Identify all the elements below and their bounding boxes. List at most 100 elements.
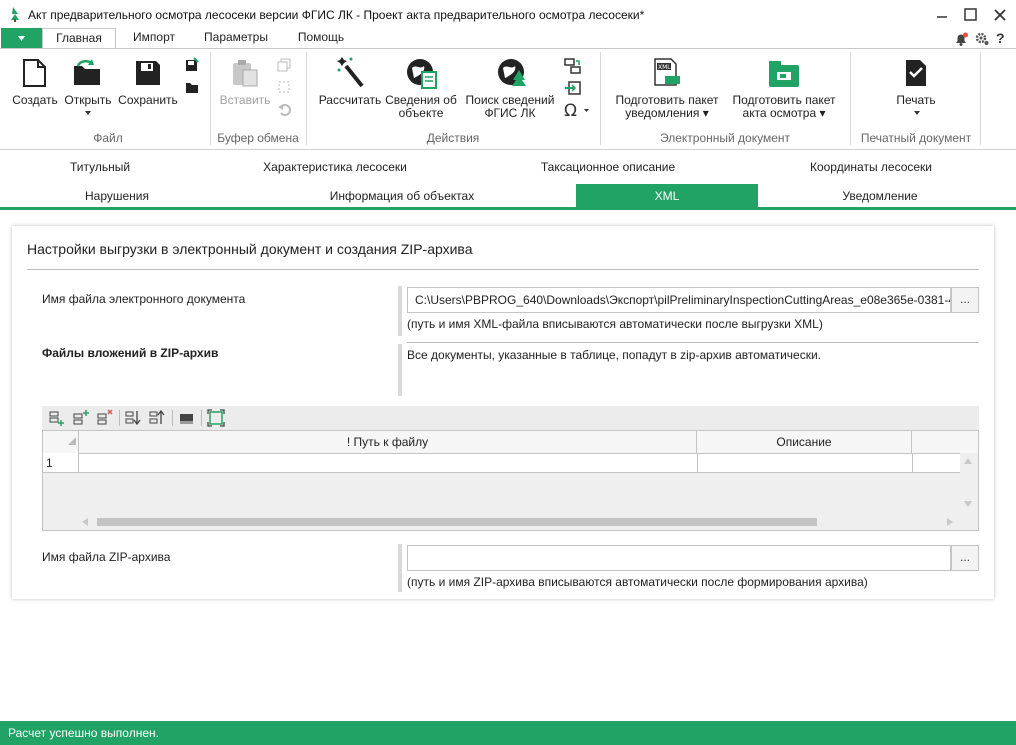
open-button[interactable]: Открыть (62, 94, 114, 107)
act-package-label-2: акта осмотра (742, 106, 817, 120)
printed-document-icon (902, 58, 930, 88)
transfer-icon[interactable] (564, 58, 582, 74)
tab-cutting-area-characteristics[interactable]: Характеристика лесосеки (200, 155, 470, 179)
edoc-filename-label: Имя файла электронного документа (42, 292, 246, 306)
ribbon-separator (850, 52, 851, 145)
ribbon-separator (306, 52, 307, 145)
field-marker (398, 344, 402, 396)
move-down-icon[interactable] (124, 409, 142, 427)
group-clipboard-label: Буфер обмена (217, 131, 299, 145)
tab-parameters[interactable]: Параметры (194, 28, 278, 49)
tab-taxation-description[interactable]: Таксационное описание (470, 155, 746, 179)
field-marker (398, 286, 402, 336)
magic-wand-icon (336, 56, 366, 88)
group-file-label: Файл (93, 131, 123, 145)
paste-button[interactable]: Вставить (216, 94, 274, 107)
save-disk-icon (134, 59, 162, 87)
table-row-description-cell[interactable] (697, 453, 913, 473)
notice-package-label-2: уведомления (625, 106, 700, 120)
minimize-button[interactable] (932, 5, 952, 25)
column-header-path[interactable]: ! Путь к файлу (79, 431, 697, 453)
cut-icon[interactable] (277, 80, 291, 94)
column-header-filler (912, 431, 978, 453)
svg-text:XML: XML (658, 64, 671, 71)
save-button[interactable]: Сохранить (116, 94, 180, 107)
export-icon[interactable] (564, 80, 582, 96)
attachments-hint: Все документы, указанные в таблице, попа… (407, 348, 821, 362)
fgis-search-label-2: ФГИС ЛК (484, 106, 536, 120)
zip-hint: (путь и имя ZIP-архива вписываются автом… (407, 575, 868, 589)
help-icon[interactable]: ? (996, 30, 1005, 46)
tab-home[interactable]: Главная (42, 28, 116, 49)
undo-icon[interactable] (277, 102, 291, 116)
file-menu-button[interactable] (1, 28, 42, 49)
calculate-button[interactable]: Рассчитать (316, 94, 384, 107)
tab-title-page[interactable]: Титульный (0, 155, 200, 179)
zip-browse-button[interactable]: ... (951, 545, 979, 571)
tab-violations[interactable]: Нарушения (0, 184, 234, 208)
field-marker (398, 544, 402, 592)
tab-xml[interactable]: XML (576, 184, 758, 208)
xml-package-icon: XML (652, 58, 682, 88)
scroll-right-icon[interactable] (946, 517, 954, 527)
ribbon-separator (210, 52, 211, 145)
print-dropdown-icon[interactable] (913, 110, 921, 116)
app-logo-icon (7, 6, 23, 22)
print-button[interactable]: Печать (884, 94, 948, 107)
panel-divider (27, 269, 979, 270)
status-bar: Расчет успешно выполнен. (0, 721, 1016, 745)
scroll-down-icon[interactable] (963, 500, 973, 508)
create-button[interactable]: Создать (10, 94, 60, 107)
edoc-filename-value: C:\Users\PBPROG_640\Downloads\Экспорт\pi… (415, 293, 950, 307)
symbol-omega-icon[interactable]: Ω (564, 101, 590, 121)
tab-underline (0, 207, 1016, 210)
move-up-icon[interactable] (148, 409, 166, 427)
object-info-icon (406, 58, 438, 90)
horizontal-scrollbar[interactable] (97, 518, 817, 526)
eraser-icon[interactable] (178, 409, 196, 427)
add-row-icon[interactable] (48, 409, 66, 427)
edoc-browse-button[interactable]: ... (951, 287, 979, 313)
open-dropdown-icon[interactable] (84, 110, 92, 116)
prepare-act-package-button[interactable]: Подготовить пакет акта осмотра ▾ (728, 94, 840, 120)
group-edoc-label: Электронный документ (659, 131, 791, 145)
new-document-icon (20, 58, 48, 88)
delete-row-icon[interactable] (96, 409, 114, 427)
ribbon-separator (600, 52, 601, 145)
save-template-icon[interactable] (185, 80, 199, 94)
maximize-button[interactable] (960, 5, 980, 25)
fit-columns-icon[interactable] (207, 409, 225, 427)
edoc-hint: (путь и имя XML-файла вписываются автома… (407, 317, 823, 331)
object-info-label-2: объекте (398, 106, 444, 120)
scroll-left-icon[interactable] (81, 517, 89, 527)
edoc-filename-field[interactable]: C:\Users\PBPROG_640\Downloads\Экспорт\pi… (407, 287, 951, 313)
column-header-description[interactable]: Описание (697, 431, 912, 453)
prepare-notice-package-button[interactable]: Подготовить пакет уведомления ▾ (610, 94, 724, 120)
window-title: Акт предварительного осмотра лесосеки ве… (28, 8, 645, 22)
fgis-search-button[interactable]: Поиск сведений ФГИС ЛК (460, 94, 560, 120)
tab-cutting-area-coordinates[interactable]: Координаты лесосеки (746, 155, 996, 179)
ribbon-separator (980, 52, 981, 145)
tab-object-info[interactable]: Информация об объектах (234, 184, 570, 208)
table-row-filler-cell (912, 453, 960, 473)
notifications-icon[interactable] (953, 31, 969, 47)
close-button[interactable] (990, 5, 1010, 25)
group-print-label: Печатный документ (860, 131, 972, 145)
group-actions-label: Действия (426, 131, 480, 145)
object-info-button[interactable]: Сведения об объекте (382, 94, 460, 120)
save-as-icon[interactable] (185, 57, 199, 72)
settings-icon[interactable] (975, 32, 989, 46)
scroll-up-icon[interactable] (963, 457, 973, 465)
tab-import[interactable]: Импорт (120, 28, 188, 49)
tab-help[interactable]: Помощь (286, 28, 356, 49)
zip-filename-field[interactable] (407, 545, 951, 571)
tab-notification[interactable]: Уведомление (758, 184, 1002, 208)
copy-icon[interactable] (277, 58, 291, 72)
toolbar-separator (172, 410, 173, 426)
usb-package-icon (768, 60, 800, 88)
table-row-path-cell[interactable] (78, 453, 698, 473)
insert-row-icon[interactable] (72, 409, 90, 427)
panel-title: Настройки выгрузки в электронный докумен… (27, 241, 473, 257)
paste-clipboard-icon (230, 58, 260, 88)
table-corner (43, 431, 79, 453)
